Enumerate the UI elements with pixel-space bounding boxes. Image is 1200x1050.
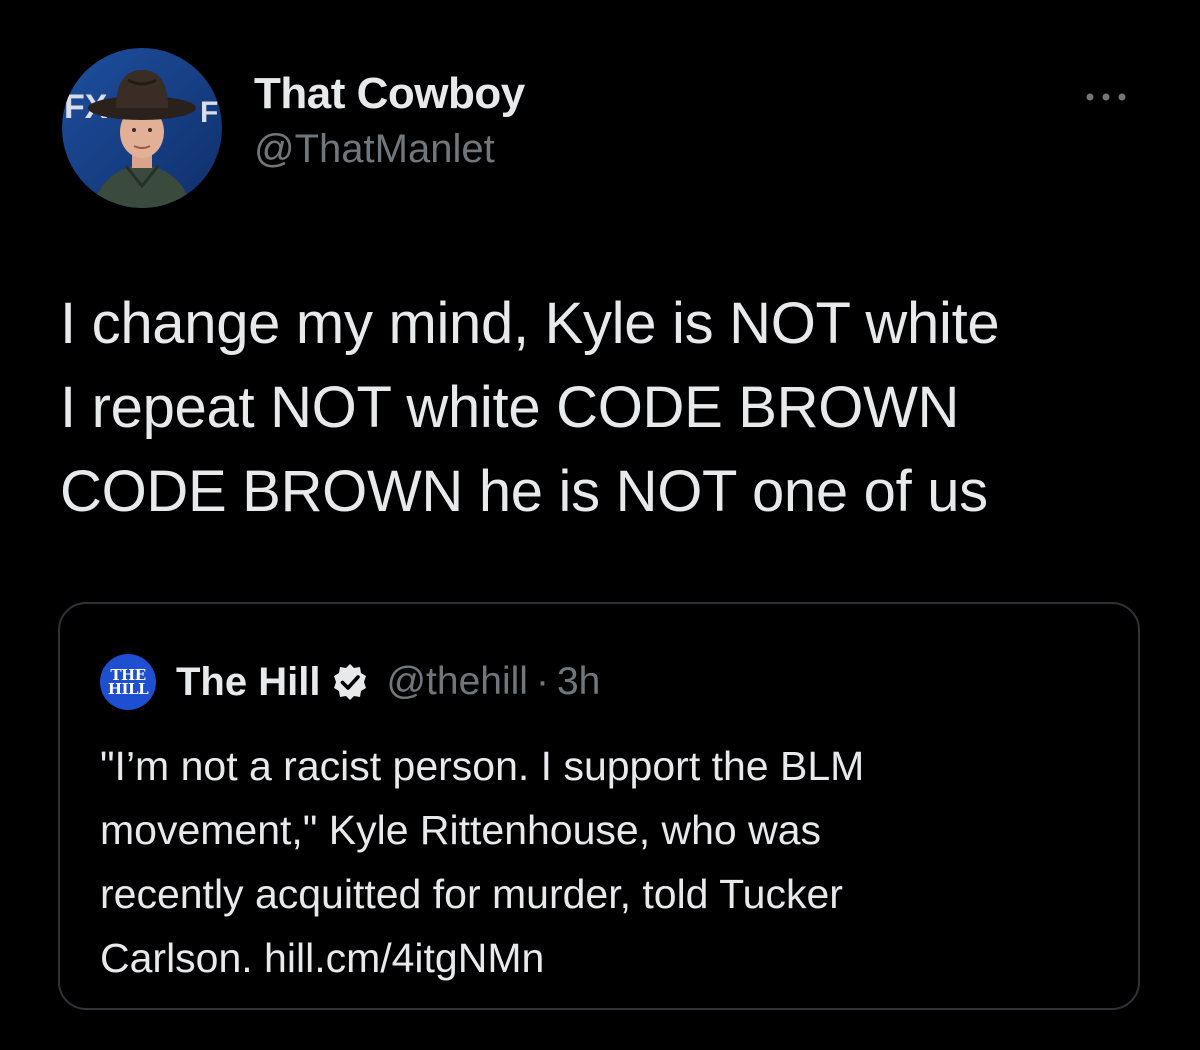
quoted-author-display-name[interactable]: The Hill — [176, 660, 320, 705]
tweet-header: FX F That Cowboy @ThatManlet — [62, 48, 1142, 208]
quoted-tweet-timestamp[interactable]: 3h — [557, 660, 600, 704]
author-names: That Cowboy @ThatManlet — [254, 68, 525, 174]
quoted-tweet-text: "I’m not a racist person. I support the … — [100, 743, 865, 981]
author-avatar[interactable]: FX F — [62, 48, 222, 208]
quoted-avatar-line2: HILL — [107, 680, 149, 698]
quoted-author-avatar[interactable]: THE HILL — [100, 654, 156, 710]
author-display-name[interactable]: That Cowboy — [254, 68, 525, 120]
tweet: FX F That Cowboy @ThatManlet I change my… — [0, 0, 1200, 1050]
ellipsis-icon — [1086, 93, 1126, 101]
quoted-tweet-header: THE HILL The Hill @thehill · 3h — [100, 654, 600, 710]
quoted-author-handle[interactable]: @thehill — [386, 660, 528, 704]
separator-dot: · — [535, 660, 549, 703]
verified-badge-icon — [334, 664, 367, 700]
author-handle[interactable]: @ThatManlet — [254, 124, 525, 174]
more-options-icon[interactable] — [1076, 82, 1136, 112]
tweet-text: I change my mind, Kyle is NOT white I re… — [60, 291, 1000, 524]
avatar-image: FX F — [62, 48, 222, 208]
quoted-tweet-card[interactable]: THE HILL The Hill @thehill · 3h "I’m not… — [58, 602, 1140, 1010]
svg-text:F: F — [200, 96, 218, 129]
